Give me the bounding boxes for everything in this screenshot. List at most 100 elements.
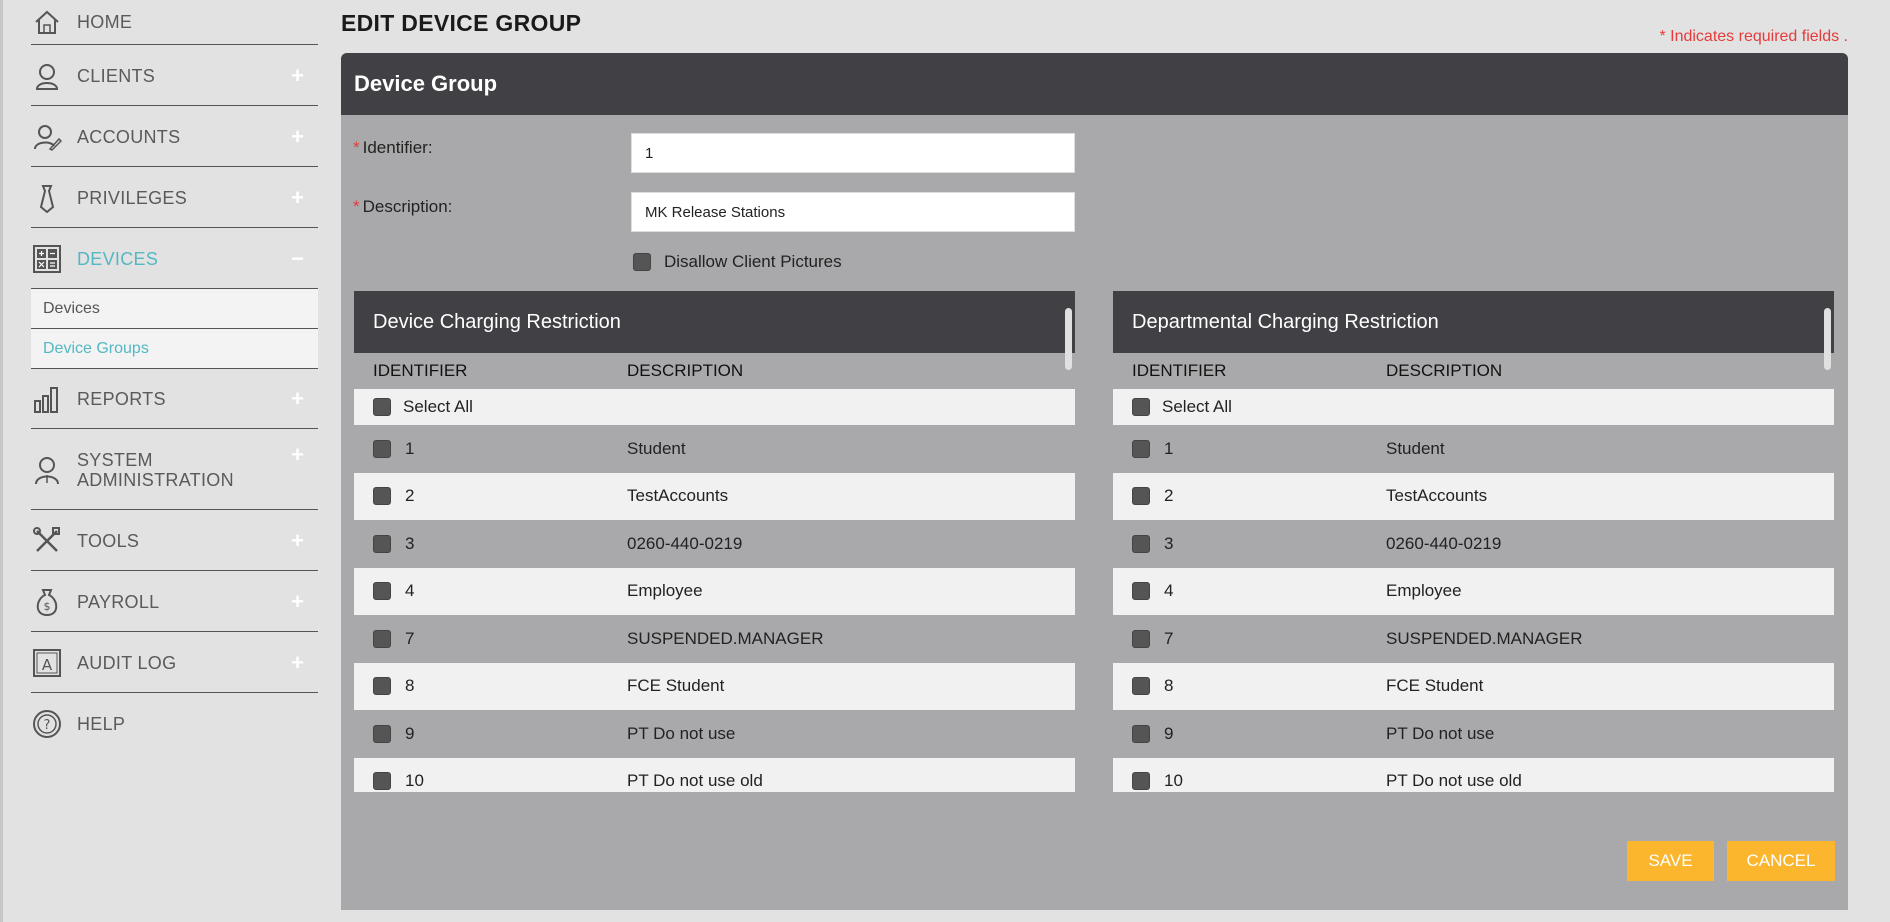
expand-reports-icon[interactable]: + <box>291 386 304 412</box>
page-title: EDIT DEVICE GROUP <box>341 10 582 36</box>
table-row[interactable]: 9 PT Do not use <box>1113 710 1834 758</box>
row-checkbox[interactable] <box>373 534 391 553</box>
row-identifier: 2 <box>1164 486 1174 506</box>
nav-privileges[interactable]: PRIVILEGES + <box>31 168 318 228</box>
dept-restriction-scrollbar[interactable] <box>1824 308 1831 370</box>
device-select-all-checkbox[interactable] <box>373 398 391 416</box>
table-row[interactable]: 9 PT Do not use <box>354 710 1075 758</box>
row-checkbox[interactable] <box>373 677 391 696</box>
expand-payroll-icon[interactable]: + <box>291 589 304 615</box>
table-row[interactable]: 10 PT Do not use old <box>354 757 1075 792</box>
row-identifier: 10 <box>1164 771 1183 791</box>
row-description: 0260-440-0219 <box>1386 533 1502 553</box>
table-row[interactable]: 8 FCE Student <box>1113 662 1834 710</box>
table-row[interactable]: 4 Employee <box>1113 567 1834 615</box>
table-row[interactable]: 3 0260-440-0219 <box>1113 520 1834 568</box>
expand-audit-log-icon[interactable]: + <box>291 650 304 676</box>
row-description: SUSPENDED.MANAGER <box>1386 628 1583 648</box>
col-description: DESCRIPTION <box>1386 361 1503 380</box>
nav-audit-log[interactable]: A AUDIT LOG + <box>31 633 318 693</box>
required-fields-note: * Indicates required fields . <box>1659 28 1848 45</box>
identifier-input[interactable] <box>631 133 1075 173</box>
row-checkbox[interactable] <box>1132 582 1150 601</box>
row-checkbox[interactable] <box>1132 534 1150 553</box>
table-row[interactable]: 7 SUSPENDED.MANAGER <box>1113 615 1834 663</box>
row-checkbox[interactable] <box>1132 629 1150 648</box>
collapse-devices-icon[interactable]: − <box>291 246 304 272</box>
table-row[interactable]: 2 TestAccounts <box>1113 472 1834 520</box>
row-description: PT Do not use old <box>1386 771 1522 791</box>
admin-icon <box>31 454 63 486</box>
table-row[interactable]: 1 Student <box>354 425 1075 473</box>
disallow-client-pictures-checkbox[interactable] <box>633 253 651 271</box>
row-description: TestAccounts <box>627 486 729 506</box>
nav-clients[interactable]: CLIENTS + <box>31 46 318 106</box>
device-restriction-col-head: IDENTIFIER DESCRIPTION <box>354 353 1075 389</box>
nav-system-administration[interactable]: SYSTEM ADMINISTRATION + <box>31 430 318 510</box>
row-identifier: 7 <box>405 628 415 648</box>
row-description: PT Do not use old <box>627 771 763 791</box>
row-checkbox[interactable] <box>373 629 391 648</box>
dept-select-all[interactable]: Select All <box>1113 389 1834 425</box>
row-checkbox[interactable] <box>373 582 391 601</box>
device-select-all[interactable]: Select All <box>354 389 1075 425</box>
row-identifier: 8 <box>405 676 415 696</box>
save-button[interactable]: SAVE <box>1627 841 1714 881</box>
nav-accounts-label: ACCOUNTS <box>77 126 181 147</box>
expand-clients-icon[interactable]: + <box>291 63 304 89</box>
table-row[interactable]: 4 Employee <box>354 567 1075 615</box>
nav-reports[interactable]: REPORTS + <box>31 369 318 429</box>
expand-system-administration-icon[interactable]: + <box>291 442 304 468</box>
nav-audit-log-label: AUDIT LOG <box>77 652 177 673</box>
device-charging-restriction: Device Charging Restriction IDENTIFIER D… <box>354 291 1075 792</box>
nav-payroll-label: PAYROLL <box>77 591 160 612</box>
row-identifier: 4 <box>1164 581 1174 601</box>
table-row[interactable]: 3 0260-440-0219 <box>354 520 1075 568</box>
expand-accounts-icon[interactable]: + <box>291 124 304 150</box>
expand-tools-icon[interactable]: + <box>291 528 304 554</box>
nav-home[interactable]: HOME <box>31 0 318 45</box>
reports-icon <box>31 383 63 415</box>
row-checkbox[interactable] <box>373 724 391 743</box>
nav-tools-label: TOOLS <box>77 530 140 551</box>
row-checkbox[interactable] <box>1132 439 1150 458</box>
device-select-all-label: Select All <box>403 397 473 416</box>
device-restriction-scrollbar[interactable] <box>1065 308 1072 370</box>
col-identifier: IDENTIFIER <box>1132 361 1227 380</box>
device-group-panel: Device Group *Identifier: *Description: … <box>341 53 1848 910</box>
nav-accounts[interactable]: ACCOUNTS + <box>31 107 318 167</box>
row-checkbox[interactable] <box>1132 772 1150 791</box>
sub-item-devices[interactable]: Devices <box>31 289 318 329</box>
row-checkbox[interactable] <box>373 439 391 458</box>
table-row[interactable]: 10 PT Do not use old <box>1113 757 1834 792</box>
nav-help[interactable]: ? HELP <box>31 694 318 754</box>
table-row[interactable]: 7 SUSPENDED.MANAGER <box>354 615 1075 663</box>
row-description: FCE Student <box>1386 676 1484 696</box>
row-description: FCE Student <box>627 676 725 696</box>
expand-privileges-icon[interactable]: + <box>291 185 304 211</box>
tie-icon <box>31 182 63 214</box>
col-identifier: IDENTIFIER <box>373 361 468 380</box>
table-row[interactable]: 2 TestAccounts <box>354 472 1075 520</box>
svg-text:?: ? <box>44 718 51 733</box>
description-input[interactable] <box>631 192 1075 232</box>
identifier-label: * Identifier: <box>353 138 433 157</box>
dept-select-all-checkbox[interactable] <box>1132 398 1150 416</box>
row-identifier: 7 <box>1164 628 1174 648</box>
table-row[interactable]: 8 FCE Student <box>354 662 1075 710</box>
row-checkbox[interactable] <box>373 487 391 506</box>
row-identifier: 2 <box>405 486 415 506</box>
row-checkbox[interactable] <box>1132 724 1150 743</box>
row-identifier: 3 <box>405 533 415 553</box>
nav-payroll[interactable]: $ PAYROLL + <box>31 572 318 632</box>
table-row[interactable]: 1 Student <box>1113 425 1834 473</box>
nav-tools[interactable]: TOOLS + <box>31 511 318 571</box>
row-checkbox[interactable] <box>1132 487 1150 506</box>
col-description: DESCRIPTION <box>627 361 744 380</box>
money-bag-icon: $ <box>31 586 63 618</box>
sub-item-device-groups[interactable]: Device Groups <box>31 329 318 369</box>
cancel-button[interactable]: CANCEL <box>1727 841 1835 881</box>
row-checkbox[interactable] <box>373 772 391 791</box>
nav-devices[interactable]: DEVICES − <box>31 229 318 289</box>
row-checkbox[interactable] <box>1132 677 1150 696</box>
